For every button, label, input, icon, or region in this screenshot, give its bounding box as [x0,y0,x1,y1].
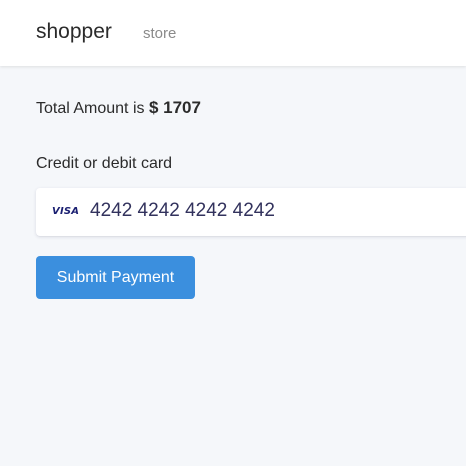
submit-payment-button[interactable]: Submit Payment [36,256,195,299]
card-field-label: Credit or debit card [36,155,173,172]
total-amount-text: Total Amount is $ 1707 [36,98,201,118]
brand-link[interactable]: shopper [36,20,112,44]
nav-link-store[interactable]: store [143,25,176,42]
card-number-input[interactable] [90,200,460,222]
total-amount-value: $ 1707 [148,98,201,117]
visa-icon: VISA [52,206,80,217]
total-prefix: Total Amount is [36,100,145,117]
card-input-container[interactable]: VISA [36,188,466,236]
top-navbar: shopper store [0,0,466,66]
